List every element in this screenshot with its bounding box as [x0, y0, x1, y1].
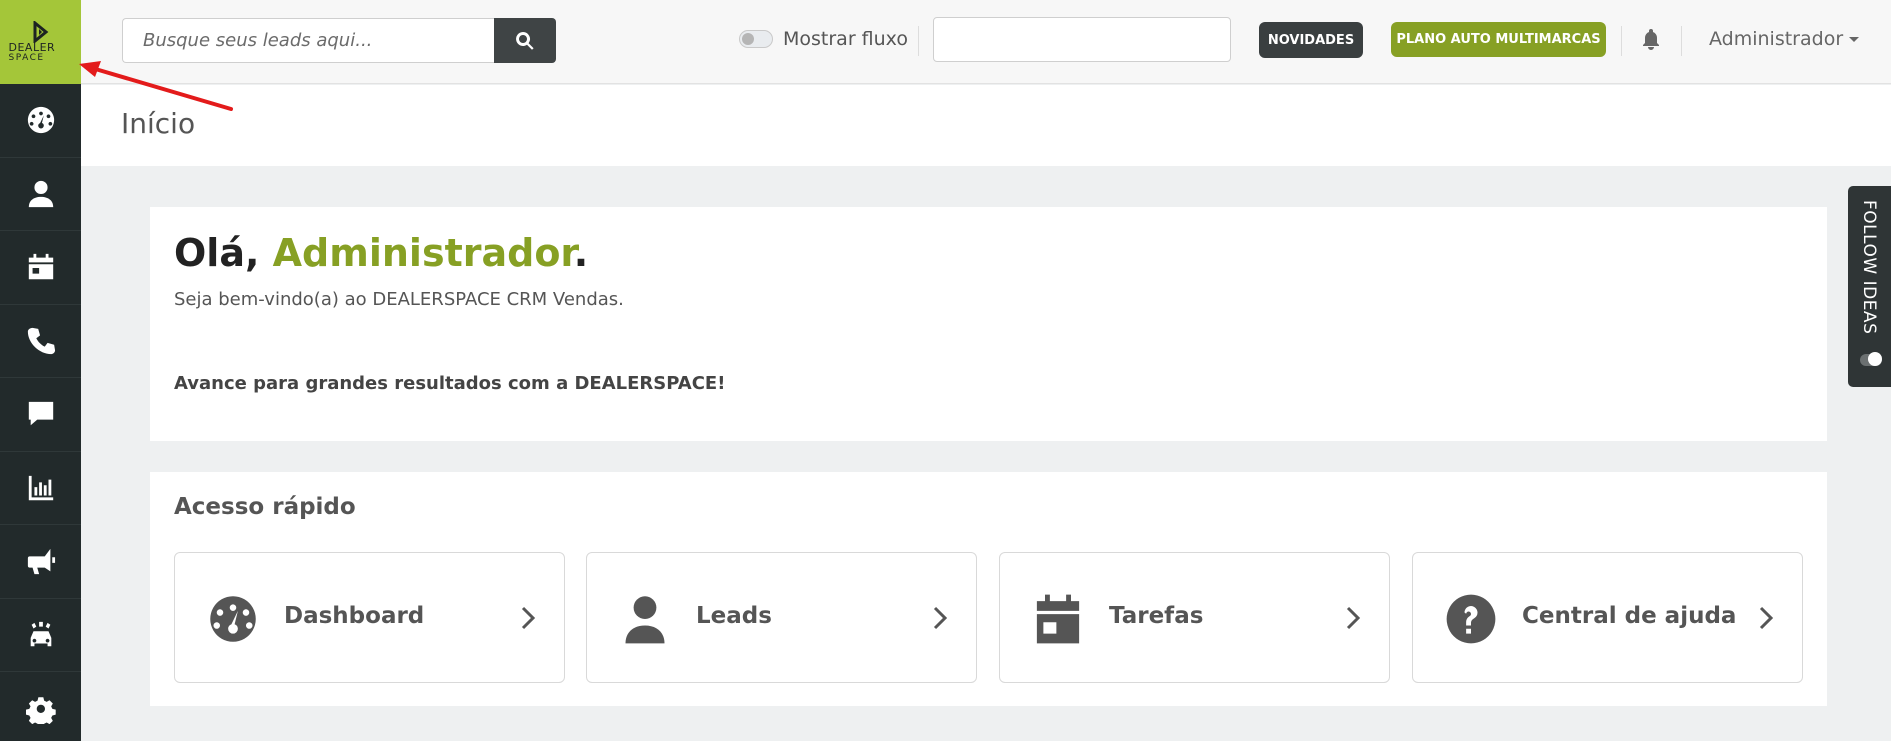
quick-tile-tasks[interactable]: Tarefas	[999, 552, 1390, 683]
chevron-right-icon	[1345, 605, 1361, 631]
sidebar-item-messages[interactable]	[0, 378, 81, 452]
user-menu[interactable]: Administrador	[1709, 28, 1860, 50]
quick-tile-label: Leads	[696, 603, 772, 629]
sidebar-item-reports[interactable]	[0, 452, 81, 525]
quick-tile-label: Tarefas	[1109, 603, 1204, 629]
bell-icon	[1643, 29, 1659, 50]
divider	[1621, 26, 1622, 56]
sidebar-item-campaigns[interactable]	[0, 525, 81, 599]
greeting-user-name: Administrador	[272, 231, 574, 275]
follow-ideas-label: FOLLOW IDEAS	[1859, 200, 1879, 335]
sidebar-item-leads[interactable]	[0, 158, 81, 231]
chevron-right-icon	[1758, 605, 1774, 631]
quick-tile-dashboard[interactable]: Dashboard	[174, 552, 565, 683]
speedometer-icon	[27, 107, 54, 134]
calendar-icon	[1032, 593, 1084, 645]
page-header: Início	[81, 85, 1891, 166]
search-icon	[516, 31, 534, 50]
sidebar-item-vehicles[interactable]	[0, 599, 81, 672]
logo-mark-icon	[33, 21, 48, 43]
welcome-card: Olá, Administrador. Seja bem-vindo(a) ao…	[150, 207, 1827, 441]
quick-access-title: Acesso rápido	[174, 494, 356, 520]
quick-tile-leads[interactable]: Leads	[586, 552, 977, 683]
search-button[interactable]	[494, 18, 556, 63]
greeting-period: .	[573, 231, 589, 275]
divider	[1681, 26, 1682, 56]
dealerspace-logo[interactable]: DEALER SPACE	[0, 0, 81, 84]
sidebar-item-dashboard[interactable]	[0, 84, 81, 158]
quick-access-tiles: Dashboard Leads Tarefas Central de ajuda	[174, 552, 1803, 683]
novidades-button[interactable]: NOVIDADES	[1259, 22, 1363, 58]
user-icon	[619, 593, 671, 645]
calendar-icon	[28, 254, 53, 280]
speedometer-icon	[207, 593, 259, 645]
logo-text: DEALER SPACE	[8, 41, 73, 63]
welcome-cta: Avance para grandes resultados com a DEA…	[174, 373, 726, 394]
show-flow-toggle-group: Mostrar fluxo	[739, 28, 908, 50]
search-bar	[122, 18, 556, 63]
user-menu-label: Administrador	[1709, 28, 1844, 50]
chevron-right-icon	[932, 605, 948, 631]
sidebar-item-settings[interactable]	[0, 672, 81, 741]
chevron-right-icon	[520, 605, 536, 631]
sidebar-item-calls[interactable]	[0, 305, 81, 378]
search-input[interactable]	[122, 18, 495, 63]
page-title: Início	[121, 107, 196, 140]
quick-tile-label: Dashboard	[284, 603, 425, 629]
follow-ideas-tab[interactable]: FOLLOW IDEAS	[1848, 186, 1891, 387]
greeting-text: Olá,	[174, 231, 273, 275]
bar-chart-icon	[28, 475, 53, 500]
chat-icon	[28, 402, 53, 426]
gear-icon	[25, 697, 56, 724]
show-flow-toggle[interactable]	[739, 30, 773, 48]
question-circle-icon	[1445, 593, 1497, 645]
sidebar: DEALER SPACE	[0, 0, 81, 741]
show-flow-label: Mostrar fluxo	[783, 28, 908, 50]
welcome-subtitle: Seja bem-vindo(a) ao DEALERSPACE CRM Ven…	[174, 289, 624, 310]
logo-line-2: SPACE	[8, 53, 45, 63]
top-bar: Mostrar fluxo NOVIDADES PLANO AUTO MULTI…	[81, 0, 1891, 84]
welcome-greeting: Olá, Administrador.	[174, 231, 588, 275]
notifications-button[interactable]	[1640, 28, 1662, 50]
divider	[918, 26, 919, 56]
caret-down-icon	[1849, 36, 1860, 42]
quick-tile-help-center[interactable]: Central de ajuda	[1412, 552, 1803, 683]
follow-ideas-toggle-icon	[1860, 352, 1882, 366]
phone-icon	[27, 327, 55, 354]
sidebar-item-tasks[interactable]	[0, 231, 81, 305]
quick-tile-label: Central de ajuda	[1522, 603, 1737, 629]
header-blank-field[interactable]	[933, 17, 1231, 62]
megaphone-icon	[27, 549, 55, 575]
quick-access-card: Acesso rápido Dashboard Leads Tarefas Ce…	[150, 472, 1827, 706]
user-icon	[28, 180, 53, 207]
plan-button[interactable]: PLANO AUTO MULTIMARCAS	[1391, 22, 1606, 57]
logo-line-1: DEALER	[8, 41, 56, 54]
car-icon	[30, 621, 51, 646]
